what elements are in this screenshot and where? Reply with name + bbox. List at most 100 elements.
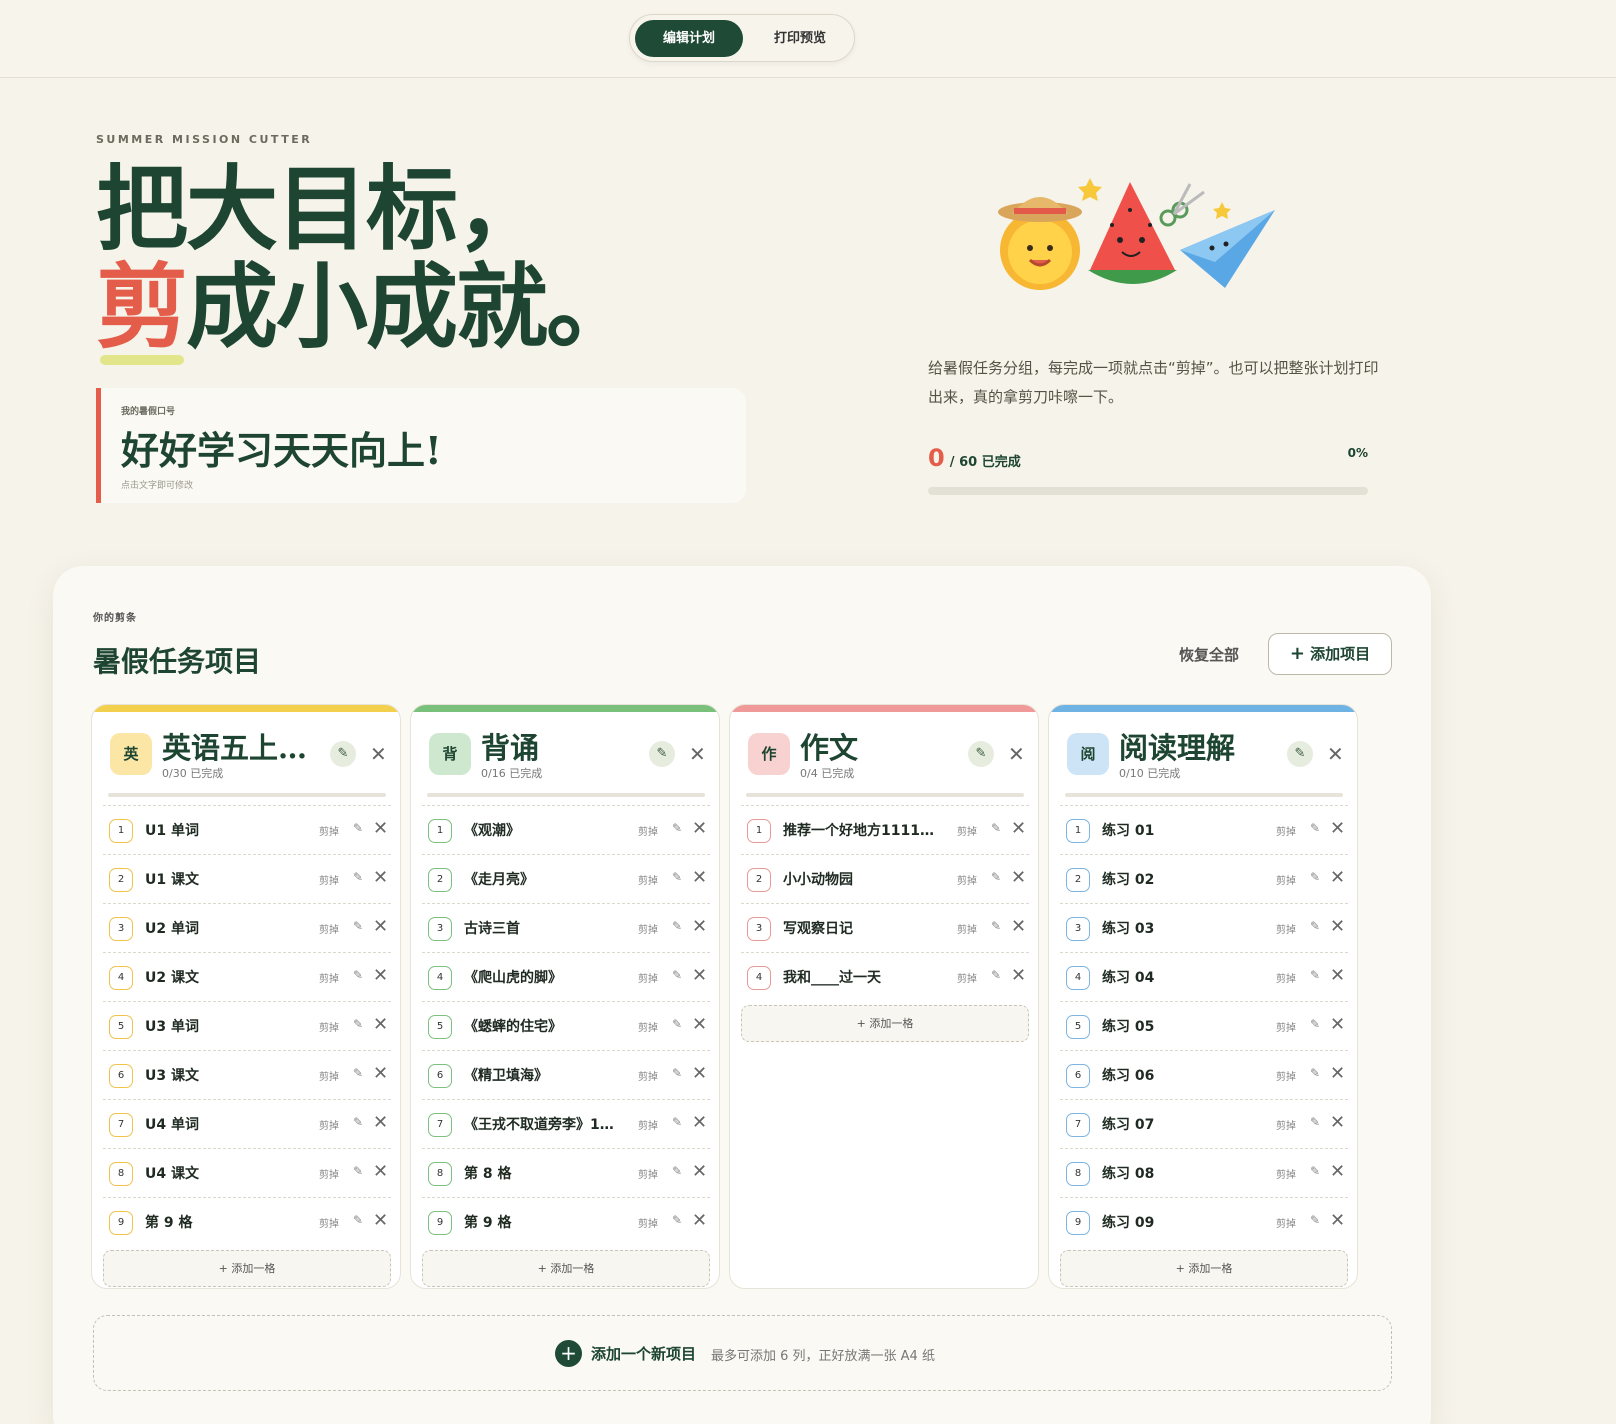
item-title[interactable]: U1 课文	[145, 869, 303, 889]
delete-item-icon[interactable]: ✕	[373, 1014, 388, 1035]
cut-button[interactable]: 剪掉	[638, 1166, 658, 1181]
edit-item-icon[interactable]: ✎	[991, 870, 1001, 884]
delete-column-icon[interactable]: ✕	[689, 741, 706, 767]
item-title[interactable]: U4 课文	[145, 1163, 303, 1183]
delete-item-icon[interactable]: ✕	[1330, 818, 1345, 839]
cut-button[interactable]: 剪掉	[319, 1215, 339, 1230]
add-project-button[interactable]: + 添加项目	[1268, 633, 1392, 675]
cut-button[interactable]: 剪掉	[957, 921, 977, 936]
delete-column-icon[interactable]: ✕	[1327, 741, 1344, 767]
edit-item-icon[interactable]: ✎	[1310, 968, 1320, 982]
cut-button[interactable]: 剪掉	[319, 1117, 339, 1132]
item-title[interactable]: 练习 09	[1102, 1212, 1260, 1232]
delete-item-icon[interactable]: ✕	[1011, 965, 1026, 986]
edit-item-icon[interactable]: ✎	[991, 821, 1001, 835]
cut-button[interactable]: 剪掉	[319, 1019, 339, 1034]
column-title[interactable]: 阅读理解	[1119, 725, 1279, 767]
delete-item-icon[interactable]: ✕	[692, 867, 707, 888]
edit-column-icon[interactable]: ✎	[968, 741, 994, 767]
item-title[interactable]: 练习 04	[1102, 967, 1260, 987]
item-title[interactable]: 我和____过一天	[783, 967, 941, 987]
edit-item-icon[interactable]: ✎	[353, 1213, 363, 1227]
edit-item-icon[interactable]: ✎	[353, 919, 363, 933]
cut-button[interactable]: 剪掉	[1276, 921, 1296, 936]
edit-item-icon[interactable]: ✎	[353, 968, 363, 982]
cut-button[interactable]: 剪掉	[638, 823, 658, 838]
edit-column-icon[interactable]: ✎	[1287, 741, 1313, 767]
delete-item-icon[interactable]: ✕	[1330, 1014, 1345, 1035]
edit-item-icon[interactable]: ✎	[353, 1164, 363, 1178]
restore-all-button[interactable]: 恢复全部	[1179, 644, 1239, 665]
item-title[interactable]: 写观察日记	[783, 918, 941, 938]
edit-column-icon[interactable]: ✎	[330, 741, 356, 767]
edit-column-icon[interactable]: ✎	[649, 741, 675, 767]
edit-item-icon[interactable]: ✎	[353, 1115, 363, 1129]
item-title[interactable]: 练习 03	[1102, 918, 1260, 938]
item-title[interactable]: 《观潮》	[464, 820, 622, 840]
edit-item-icon[interactable]: ✎	[353, 1066, 363, 1080]
cut-button[interactable]: 剪掉	[1276, 823, 1296, 838]
edit-item-icon[interactable]: ✎	[991, 968, 1001, 982]
delete-item-icon[interactable]: ✕	[373, 965, 388, 986]
item-title[interactable]: U3 单词	[145, 1016, 303, 1036]
delete-item-icon[interactable]: ✕	[692, 818, 707, 839]
edit-item-icon[interactable]: ✎	[353, 821, 363, 835]
cut-button[interactable]: 剪掉	[957, 872, 977, 887]
edit-item-icon[interactable]: ✎	[672, 1213, 682, 1227]
edit-item-icon[interactable]: ✎	[672, 870, 682, 884]
item-title[interactable]: U3 课文	[145, 1065, 303, 1085]
delete-item-icon[interactable]: ✕	[1330, 1210, 1345, 1231]
delete-item-icon[interactable]: ✕	[1330, 1063, 1345, 1084]
delete-item-icon[interactable]: ✕	[1330, 916, 1345, 937]
tab-print-preview[interactable]: 打印预览	[750, 20, 850, 57]
delete-item-icon[interactable]: ✕	[692, 965, 707, 986]
cut-button[interactable]: 剪掉	[638, 970, 658, 985]
item-title[interactable]: 练习 07	[1102, 1114, 1260, 1134]
cut-button[interactable]: 剪掉	[319, 872, 339, 887]
item-title[interactable]: 第 9 格	[145, 1212, 303, 1232]
delete-item-icon[interactable]: ✕	[373, 1112, 388, 1133]
delete-item-icon[interactable]: ✕	[692, 1161, 707, 1182]
add-cell-button[interactable]: + 添加一格	[741, 1005, 1029, 1042]
delete-item-icon[interactable]: ✕	[373, 818, 388, 839]
cut-button[interactable]: 剪掉	[957, 823, 977, 838]
add-cell-button[interactable]: + 添加一格	[422, 1250, 710, 1287]
item-title[interactable]: 《王戎不取道旁李》11…	[464, 1114, 622, 1134]
item-title[interactable]: 古诗三首	[464, 918, 622, 938]
cut-button[interactable]: 剪掉	[638, 1117, 658, 1132]
item-title[interactable]: U1 单词	[145, 820, 303, 840]
edit-item-icon[interactable]: ✎	[672, 821, 682, 835]
column-title[interactable]: 作文	[800, 725, 960, 767]
edit-item-icon[interactable]: ✎	[1310, 1017, 1320, 1031]
delete-item-icon[interactable]: ✕	[692, 1210, 707, 1231]
delete-item-icon[interactable]: ✕	[1330, 1161, 1345, 1182]
delete-item-icon[interactable]: ✕	[692, 1063, 707, 1084]
edit-item-icon[interactable]: ✎	[672, 1066, 682, 1080]
delete-column-icon[interactable]: ✕	[1008, 741, 1025, 767]
column-title[interactable]: 背诵	[481, 725, 641, 767]
delete-item-icon[interactable]: ✕	[1011, 818, 1026, 839]
edit-item-icon[interactable]: ✎	[991, 919, 1001, 933]
delete-item-icon[interactable]: ✕	[373, 1063, 388, 1084]
delete-item-icon[interactable]: ✕	[373, 916, 388, 937]
delete-item-icon[interactable]: ✕	[1011, 916, 1026, 937]
delete-item-icon[interactable]: ✕	[373, 867, 388, 888]
item-title[interactable]: 练习 06	[1102, 1065, 1260, 1085]
edit-item-icon[interactable]: ✎	[672, 919, 682, 933]
item-title[interactable]: U4 单词	[145, 1114, 303, 1134]
delete-item-icon[interactable]: ✕	[692, 1014, 707, 1035]
cut-button[interactable]: 剪掉	[638, 1068, 658, 1083]
item-title[interactable]: 练习 02	[1102, 869, 1260, 889]
delete-item-icon[interactable]: ✕	[1330, 1112, 1345, 1133]
add-cell-button[interactable]: + 添加一格	[103, 1250, 391, 1287]
cut-button[interactable]: 剪掉	[319, 970, 339, 985]
edit-item-icon[interactable]: ✎	[1310, 919, 1320, 933]
delete-item-icon[interactable]: ✕	[692, 916, 707, 937]
delete-item-icon[interactable]: ✕	[1330, 867, 1345, 888]
item-title[interactable]: 推荐一个好地方111111…	[783, 820, 941, 840]
edit-item-icon[interactable]: ✎	[672, 1115, 682, 1129]
edit-item-icon[interactable]: ✎	[1310, 1066, 1320, 1080]
item-title[interactable]: 第 9 格	[464, 1212, 622, 1232]
delete-column-icon[interactable]: ✕	[370, 741, 387, 767]
add-new-project-area[interactable]: + 添加一个新项目 最多可添加 6 列，正好放满一张 A4 纸	[93, 1315, 1392, 1391]
